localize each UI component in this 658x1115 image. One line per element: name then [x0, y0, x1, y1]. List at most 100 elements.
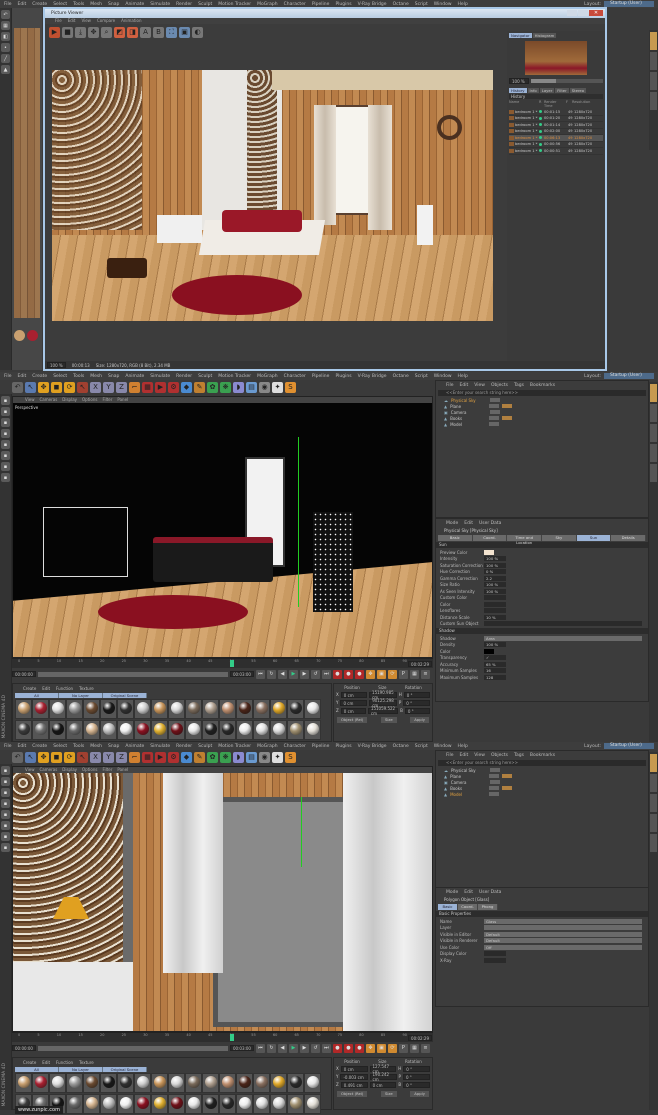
- material-swatch[interactable]: [202, 1093, 219, 1114]
- om-menu-edit[interactable]: Edit: [460, 753, 469, 758]
- material-swatch[interactable]: [32, 699, 49, 719]
- material-swatch[interactable]: [304, 719, 321, 740]
- menu-item-tools[interactable]: Tools: [73, 374, 84, 379]
- visibility-flags[interactable]: [489, 786, 500, 790]
- attribute-tab-coord-[interactable]: Coord.: [472, 535, 508, 541]
- range-slider[interactable]: [37, 1045, 228, 1051]
- material-swatch[interactable]: [236, 699, 253, 719]
- menu-item-file[interactable]: File: [4, 744, 12, 749]
- menu-item-character[interactable]: Character: [284, 374, 306, 379]
- material-tag-icon[interactable]: [502, 786, 513, 790]
- light-icon[interactable]: ✦: [272, 751, 283, 763]
- material-swatch[interactable]: [151, 1073, 168, 1093]
- menu-item-simulate[interactable]: Simulate: [150, 2, 170, 7]
- go-end-button[interactable]: ⏭: [321, 669, 331, 679]
- x-axis-icon[interactable]: X: [90, 381, 101, 393]
- attribute-tab-sky[interactable]: Sky: [542, 535, 577, 541]
- rotation-field[interactable]: 0 °: [402, 1074, 431, 1080]
- menu-item-tools[interactable]: Tools: [73, 744, 84, 749]
- play-button[interactable]: ▶: [288, 1043, 298, 1053]
- position-field[interactable]: 0.491 cm: [340, 1082, 368, 1088]
- move-key-button[interactable]: ✥: [365, 1043, 375, 1053]
- material-swatch[interactable]: [236, 1093, 253, 1114]
- menu-item-motion-tracker[interactable]: Motion Tracker: [218, 2, 251, 7]
- apply-button[interactable]: Apply: [410, 717, 429, 723]
- range-slider[interactable]: [37, 671, 228, 677]
- polygon-icon[interactable]: ▲: [1, 65, 10, 74]
- menu-item-v-ray-bridge[interactable]: V-Ray Bridge: [358, 744, 387, 749]
- property-field[interactable]: [484, 957, 506, 963]
- menu-item-mograph[interactable]: MoGraph: [257, 374, 277, 379]
- material-tab[interactable]: Original Scene Textures: [103, 693, 147, 703]
- render-view-icon[interactable]: ▦: [142, 381, 153, 393]
- material-swatch[interactable]: [83, 719, 100, 740]
- visibility-flags[interactable]: [489, 780, 500, 784]
- material-tab[interactable]: Original Scene Textures: [103, 1067, 147, 1077]
- region-icon[interactable]: ◩: [114, 26, 125, 38]
- material-swatch[interactable]: [83, 1073, 100, 1093]
- render-settings-icon[interactable]: ⚙: [168, 751, 179, 763]
- y-axis-handle[interactable]: [298, 437, 299, 607]
- menu-item-character[interactable]: Character: [284, 744, 306, 749]
- sculpt-icon[interactable]: S: [285, 381, 296, 393]
- select-icon[interactable]: ↖: [25, 381, 36, 393]
- menu-item-window[interactable]: Window: [434, 2, 452, 7]
- axis-icon[interactable]: ▪: [1, 843, 10, 852]
- close-button[interactable]: ✕: [589, 10, 603, 16]
- minimize-button[interactable]: [567, 10, 577, 16]
- layout-selector[interactable]: Layout: Startup (User): [584, 743, 654, 749]
- fullscreen-icon[interactable]: ▣: [179, 26, 190, 38]
- attribute-tab-phong[interactable]: Phong: [478, 904, 498, 910]
- material-swatch[interactable]: [151, 1093, 168, 1114]
- timeline-ruler[interactable]: 05101520253035404550556065707580859000:0…: [12, 1032, 433, 1042]
- menu-item-render[interactable]: Render: [176, 374, 192, 379]
- viewport-menu-options[interactable]: Options: [82, 397, 97, 403]
- rotate-icon[interactable]: ⟳: [64, 751, 75, 763]
- am-menu-user-data[interactable]: User Data: [479, 521, 501, 526]
- menu-item-v-ray-bridge[interactable]: V-Ray Bridge: [358, 2, 387, 7]
- property-field[interactable]: 16: [484, 668, 506, 674]
- menu-item-create[interactable]: Create: [32, 2, 47, 7]
- zoom-slider[interactable]: [531, 79, 603, 83]
- material-swatch[interactable]: [66, 719, 83, 740]
- sculpt-icon[interactable]: S: [285, 751, 296, 763]
- om-menu-objects[interactable]: Objects: [491, 753, 508, 758]
- scale-icon[interactable]: ◼: [51, 751, 62, 763]
- position-field[interactable]: 0 cm: [340, 700, 368, 706]
- model-icon[interactable]: ▪: [1, 396, 10, 405]
- coord-mode-dropdown[interactable]: Object (Rel): [337, 1091, 368, 1097]
- render-icon[interactable]: ▶: [155, 381, 166, 393]
- property-field[interactable]: [484, 621, 642, 627]
- om-menu-view[interactable]: View: [474, 753, 485, 758]
- visibility-flags[interactable]: [490, 398, 500, 402]
- menu-item-help[interactable]: Help: [458, 744, 468, 749]
- timeline-settings-button[interactable]: ≡: [420, 669, 430, 679]
- material-swatch[interactable]: [253, 699, 270, 719]
- size-field[interactable]: 190.242 cm: [369, 1072, 397, 1082]
- render-icon[interactable]: ▶: [49, 26, 60, 38]
- property-dropdown[interactable]: [484, 925, 642, 931]
- menu-item-plugins[interactable]: Plugins: [335, 744, 351, 749]
- material-swatch[interactable]: [117, 719, 134, 740]
- polygon-icon[interactable]: ▪: [1, 451, 10, 460]
- attribute-tab-basic[interactable]: Basic: [438, 904, 458, 910]
- property-field[interactable]: 100 %: [484, 642, 506, 648]
- viewport[interactable]: View Cameras Display Options Filter Panel Pers…: [12, 396, 433, 658]
- viewport-menu-filter[interactable]: Filter: [102, 397, 112, 403]
- go-start-button[interactable]: ⏮: [255, 1043, 265, 1053]
- zoom-field[interactable]: 100 %: [509, 78, 529, 84]
- move-icon[interactable]: ✥: [38, 381, 49, 393]
- material-tag-icon[interactable]: [502, 774, 513, 778]
- property-field[interactable]: 100 %: [484, 556, 506, 562]
- material-swatch[interactable]: [185, 699, 202, 719]
- side-tab[interactable]: [650, 464, 657, 482]
- loop-button[interactable]: ↻: [266, 669, 276, 679]
- material-swatch[interactable]: [202, 1073, 219, 1093]
- side-tab[interactable]: [650, 444, 657, 462]
- pv-menu-animation[interactable]: Animation: [121, 18, 141, 24]
- y-axis-handle[interactable]: [301, 797, 302, 867]
- compare-icon[interactable]: ◨: [127, 26, 138, 38]
- z-axis-icon[interactable]: Z: [116, 751, 127, 763]
- property-field[interactable]: 0 %: [484, 569, 506, 575]
- material-swatch[interactable]: [134, 699, 151, 719]
